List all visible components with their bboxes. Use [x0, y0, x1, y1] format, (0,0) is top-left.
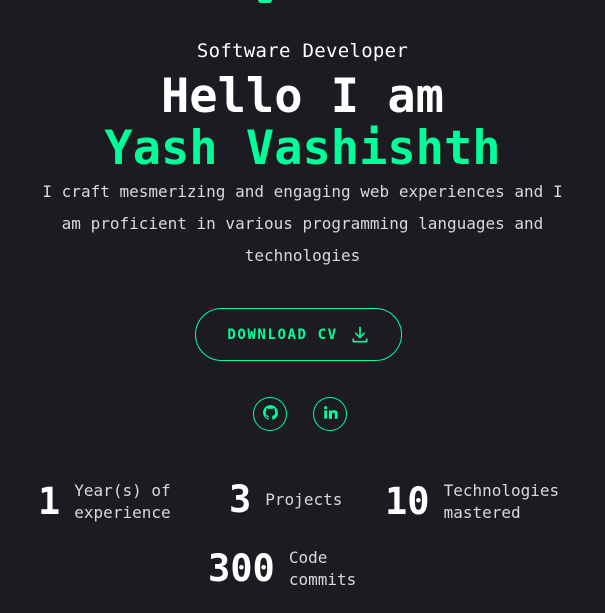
stat-label: Projects: [265, 490, 343, 509]
stat-projects: 3 Projects: [229, 480, 355, 520]
stat-value: 300: [208, 547, 275, 590]
stat-value: 1: [38, 480, 61, 523]
download-cv-label: DOWNLOAD CV: [227, 326, 338, 343]
hero-role: Software Developer: [196, 40, 409, 62]
hero-name: Yash Vashishth: [104, 121, 501, 176]
hero-greeting: Hello I am: [161, 69, 444, 124]
download-cv-button[interactable]: DOWNLOAD CV: [195, 308, 402, 361]
stat-technologies: 10 Technologies mastered: [385, 480, 574, 524]
stat-label: Year(s) of experience: [74, 481, 171, 522]
stat-value: 10: [385, 480, 430, 523]
github-icon: [262, 404, 279, 425]
stat-label: Technologies mastered: [443, 481, 560, 522]
top-accent-decoration: [258, 0, 272, 3]
stat-commits: 300 Code commits: [208, 547, 369, 591]
hero-intro: I craft mesmerizing and engaging web exp…: [42, 182, 563, 265]
download-icon: [350, 325, 370, 345]
stat-experience: 1 Year(s) of experience: [38, 480, 184, 524]
linkedin-link[interactable]: [313, 397, 347, 431]
linkedin-icon: [323, 405, 338, 424]
stat-label: Code commits: [288, 548, 357, 589]
stat-value: 3: [229, 478, 252, 521]
github-link[interactable]: [253, 397, 287, 431]
